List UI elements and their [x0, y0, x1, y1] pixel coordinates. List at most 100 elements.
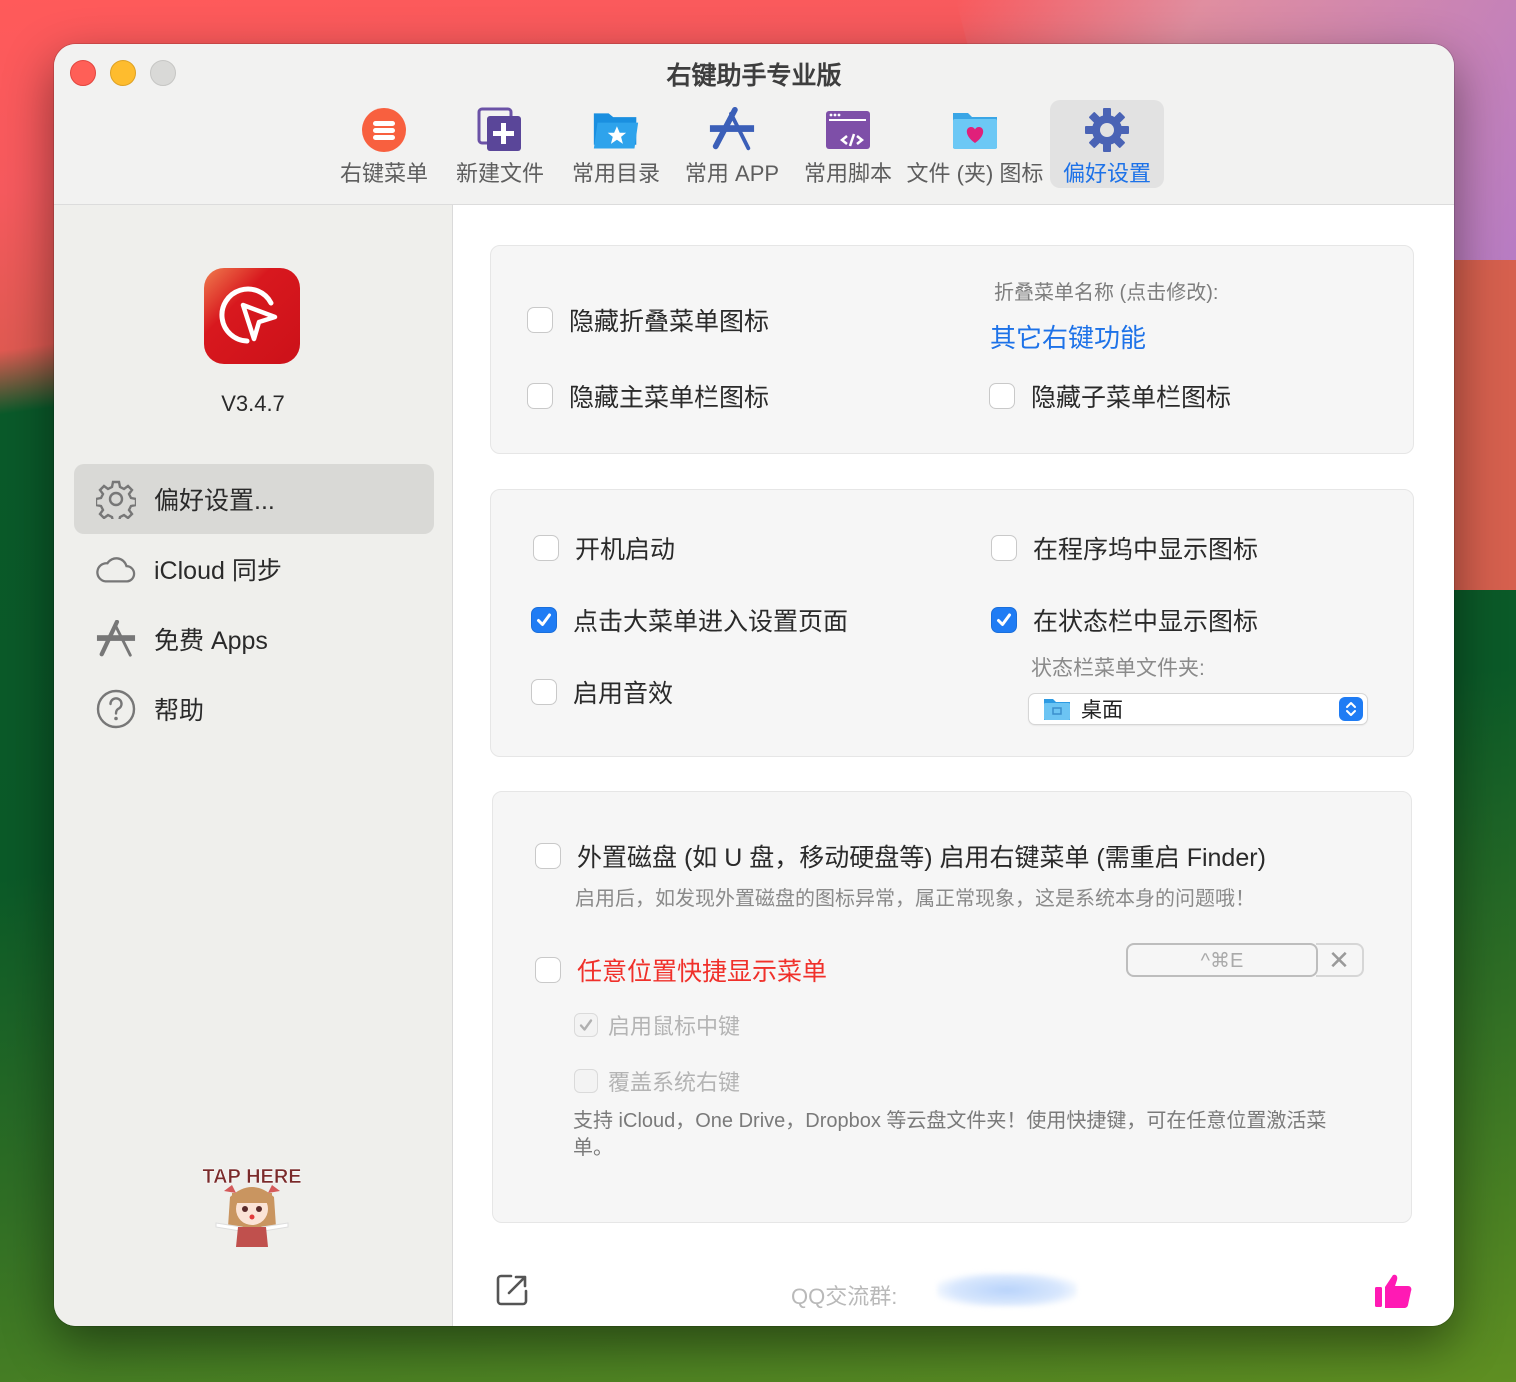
- checkbox-label: 外置磁盘 (如 U 盘，移动硬盘等) 启用右键菜单 (需重启 Finder): [577, 844, 1266, 872]
- tab-favorite-apps[interactable]: 常用 APP: [674, 100, 790, 188]
- sidebar-item-label: 帮助: [154, 697, 205, 725]
- sidebar-item-free-apps[interactable]: 免费 Apps: [74, 604, 434, 674]
- checkbox-box[interactable]: [535, 843, 561, 869]
- wallpaper-accent: [1446, 260, 1516, 590]
- menu-list-icon: [360, 106, 408, 154]
- sidebar-item-icloud-sync[interactable]: iCloud 同步: [74, 534, 434, 604]
- checkbox-box[interactable]: [531, 607, 557, 633]
- hide-main-menu-icon-checkbox[interactable]: 隐藏主菜单栏图标: [527, 378, 769, 414]
- shortcut-recorder: ^⌘E ✕: [1126, 943, 1364, 977]
- sidebar-item-label: iCloud 同步: [154, 557, 282, 585]
- cloud-folder-note: 支持 iCloud，One Drive，Dropbox 等云盘文件夹！使用快捷键…: [573, 1110, 1327, 1159]
- external-disk-note: 启用后，如发现外置磁盘的图标异常，属正常现象，这是系统本身的问题哦！: [575, 888, 1255, 910]
- checkbox-label: 在状态栏中显示图标: [1033, 608, 1259, 636]
- tab-label: 常用目录: [571, 161, 660, 186]
- advanced-settings-card: 外置磁盘 (如 U 盘，移动硬盘等) 启用右键菜单 (需重启 Finder) 启…: [492, 791, 1412, 1223]
- checkbox-box[interactable]: [531, 679, 557, 705]
- sidebar-item-label: 偏好设置...: [154, 487, 275, 515]
- checkbox-box[interactable]: [527, 307, 553, 333]
- app-logo: [204, 268, 300, 364]
- fold-menu-name-link[interactable]: 其它右键功能: [990, 318, 1146, 355]
- checkbox-box[interactable]: [535, 957, 561, 983]
- show-in-dock-checkbox[interactable]: 在程序坞中显示图标: [991, 530, 1258, 566]
- hide-sub-menu-icon-checkbox[interactable]: 隐藏子菜单栏图标: [989, 378, 1231, 414]
- tab-label: 新建文件: [455, 161, 544, 186]
- checkbox-box[interactable]: [574, 1013, 598, 1037]
- checkmark-icon: [579, 1019, 593, 1031]
- menu-icon-settings-card: 隐藏折叠菜单图标 隐藏主菜单栏图标 折叠菜单名称 (点击修改): 其它右键功能 …: [490, 245, 1414, 454]
- tab-label: 右键菜单: [339, 161, 428, 186]
- sidebar-item-label: 免费 Apps: [154, 627, 268, 655]
- general-settings-card: 开机启动 点击大菜单进入设置页面 启用音效 在程序坞中显示图标 在状态栏中显示图…: [490, 489, 1414, 757]
- tab-right-click-menu[interactable]: 右键菜单: [326, 100, 442, 188]
- checkbox-label: 在程序坞中显示图标: [1033, 536, 1259, 564]
- checkbox-box[interactable]: [533, 535, 559, 561]
- checkmark-icon: [997, 613, 1011, 626]
- tab-new-file[interactable]: 新建文件: [442, 100, 558, 188]
- checkbox-box[interactable]: [991, 535, 1017, 561]
- checkbox-box[interactable]: [989, 383, 1015, 409]
- anywhere-menu-checkbox[interactable]: 任意位置快捷显示菜单: [535, 952, 827, 988]
- fold-menu-name-label: 折叠菜单名称 (点击修改):: [994, 282, 1219, 304]
- sidebar-item-preferences[interactable]: 偏好设置...: [74, 464, 434, 534]
- tab-file-folder-icons[interactable]: 文件 (夹) 图标: [906, 100, 1044, 188]
- favorite-folder-icon: [592, 106, 640, 154]
- middle-click-checkbox[interactable]: 启用鼠标中键: [574, 1009, 740, 1041]
- sidebar-item-help[interactable]: 帮助: [74, 674, 434, 744]
- launch-at-login-checkbox[interactable]: 开机启动: [533, 530, 675, 566]
- folder-heart-icon: [951, 106, 999, 154]
- select-value: 桌面: [1081, 699, 1123, 722]
- checkbox-box[interactable]: [527, 383, 553, 409]
- hide-fold-icon-checkbox[interactable]: 隐藏折叠菜单图标: [527, 302, 769, 338]
- app-store-icon: [96, 619, 136, 659]
- show-in-statusbar-checkbox[interactable]: 在状态栏中显示图标: [991, 602, 1258, 638]
- external-disk-menu-checkbox[interactable]: 外置磁盘 (如 U 盘，移动硬盘等) 启用右键菜单 (需重启 Finder): [535, 838, 1266, 874]
- checkbox-label: 隐藏折叠菜单图标: [569, 308, 770, 336]
- footer-bar: QQ交流群: •••••••••: [453, 1265, 1454, 1325]
- checkbox-label: 隐藏主菜单栏图标: [569, 384, 770, 412]
- checkbox-label: 隐藏子菜单栏图标: [1031, 384, 1232, 412]
- gear-icon: [1083, 106, 1131, 154]
- mascot-text: TAP HERE: [202, 1166, 301, 1188]
- script-icon: [824, 106, 872, 154]
- checkbox-label: 开机启动: [575, 536, 676, 564]
- thumbs-up-icon[interactable]: [1373, 1273, 1413, 1314]
- enable-sound-checkbox[interactable]: 启用音效: [531, 674, 673, 710]
- statusbar-folder-select[interactable]: 桌面: [1029, 694, 1367, 724]
- shortcut-field[interactable]: ^⌘E: [1126, 943, 1318, 977]
- tab-preferences[interactable]: 偏好设置: [1050, 100, 1164, 188]
- window-title: 右键助手专业版: [666, 62, 842, 90]
- share-icon[interactable]: [495, 1273, 529, 1312]
- checkbox-label: 启用鼠标中键: [608, 1014, 741, 1039]
- app-window: 右键助手专业版 右键菜单 新建文件 常用目录 常用 APP 常用脚本 文件 (夹…: [54, 44, 1454, 1326]
- checkmark-icon: [537, 613, 551, 626]
- override-right-click-checkbox[interactable]: 覆盖系统右键: [574, 1065, 740, 1097]
- checkbox-label: 覆盖系统右键: [608, 1070, 741, 1095]
- click-big-menu-settings-checkbox[interactable]: 点击大菜单进入设置页面: [531, 602, 848, 638]
- tab-label: 文件 (夹) 图标: [906, 161, 1044, 186]
- tab-favorite-folders[interactable]: 常用目录: [558, 100, 674, 188]
- version-label: V3.4.7: [221, 391, 285, 416]
- tab-label: 常用脚本: [803, 161, 892, 186]
- folder-icon: [1044, 699, 1070, 720]
- select-stepper-icon[interactable]: [1339, 697, 1363, 721]
- gear-icon: [96, 479, 136, 519]
- sidebar: V3.4.7 偏好设置... iCloud 同步 免费 Apps 帮助 TAP …: [54, 205, 453, 1326]
- tab-scripts[interactable]: 常用脚本: [790, 100, 906, 188]
- checkbox-box[interactable]: [574, 1069, 598, 1093]
- tap-here-mascot[interactable]: TAP HERE: [202, 1157, 302, 1253]
- qq-group-label: QQ交流群:: [791, 1284, 898, 1309]
- toolbar: 右键菜单 新建文件 常用目录 常用 APP 常用脚本 文件 (夹) 图标 偏好设…: [326, 100, 1164, 190]
- help-icon: [96, 689, 136, 729]
- checkbox-label: 启用音效: [573, 680, 674, 708]
- new-file-icon: [476, 106, 524, 154]
- qq-group-number[interactable]: •••••••••: [937, 1273, 1077, 1307]
- title-bar: 右键助手专业版 右键菜单 新建文件 常用目录 常用 APP 常用脚本 文件 (夹…: [54, 44, 1454, 205]
- cloud-icon: [96, 549, 136, 589]
- checkbox-label: 任意位置快捷显示菜单: [577, 958, 828, 986]
- statusbar-folder-label: 状态栏菜单文件夹:: [1031, 657, 1205, 680]
- clear-shortcut-button[interactable]: ✕: [1316, 943, 1364, 977]
- tab-label: 常用 APP: [684, 161, 780, 186]
- checkbox-box[interactable]: [991, 607, 1017, 633]
- checkbox-label: 点击大菜单进入设置页面: [573, 608, 849, 636]
